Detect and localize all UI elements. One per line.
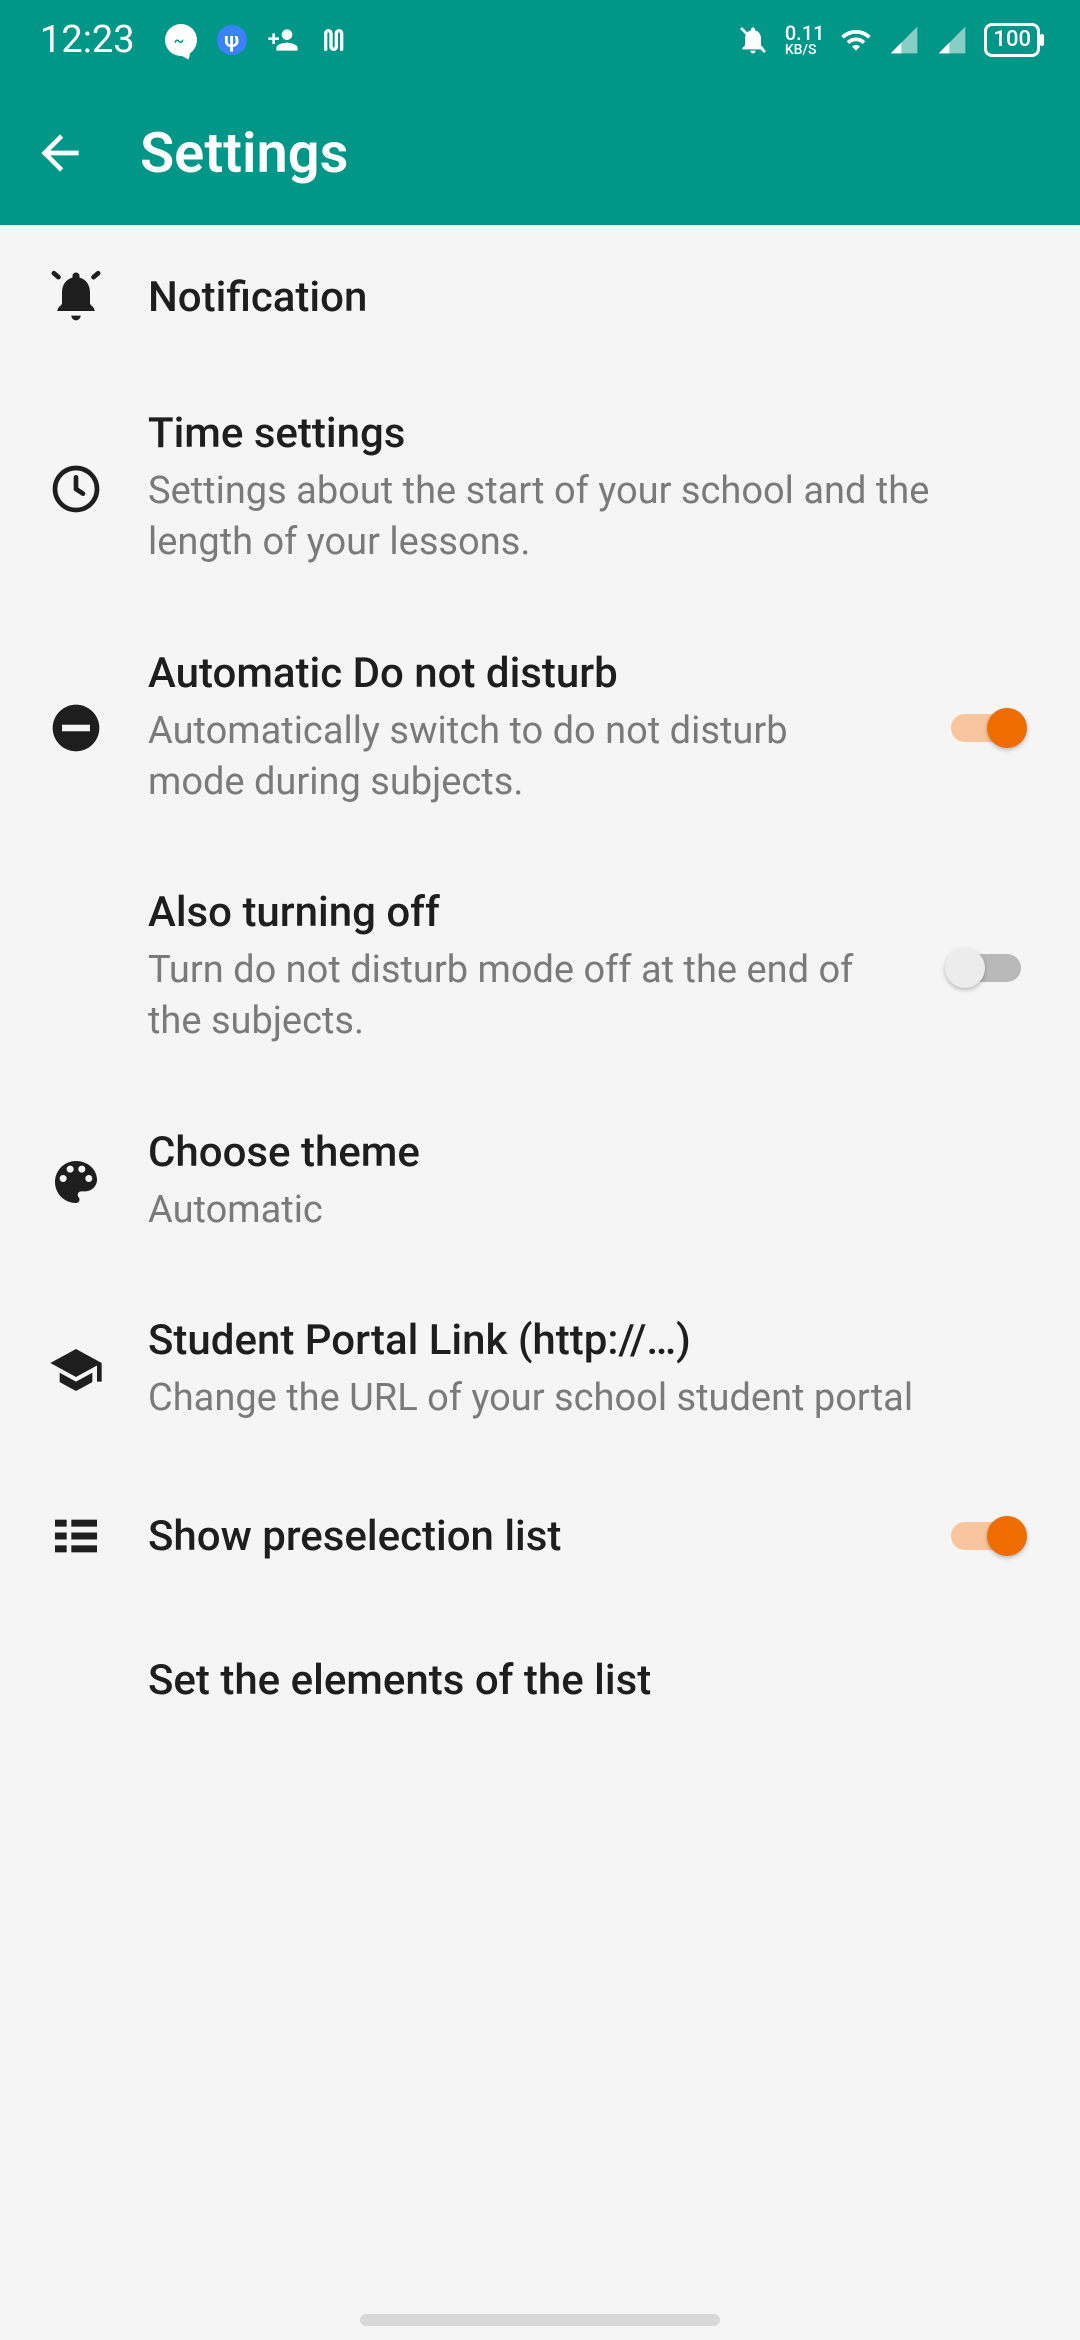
do-not-disturb-icon xyxy=(44,696,108,760)
vibrate-icon xyxy=(737,24,769,56)
row-subtitle: Automatically switch to do not disturb m… xyxy=(148,706,876,809)
row-time-settings[interactable]: Time settings Settings about the start o… xyxy=(0,369,1080,609)
row-subtitle: Turn do not disturb mode off at the end … xyxy=(148,945,876,1048)
status-bar: 12:23 ~ ψ 0.11 KB/S 100 xyxy=(0,0,1080,80)
usb-icon: ψ xyxy=(217,25,247,55)
row-portal-link[interactable]: Student Portal Link (http://…) Change th… xyxy=(0,1276,1080,1464)
messenger-icon: ~ xyxy=(165,24,197,56)
status-clock: 12:23 xyxy=(40,18,135,62)
row-title: Show preselection list xyxy=(148,1512,876,1561)
battery-icon: 100 xyxy=(984,23,1040,57)
signal-icon-1 xyxy=(888,24,920,56)
row-title: Also turning off xyxy=(148,888,876,937)
row-title: Student Portal Link (http://…) xyxy=(148,1316,1016,1365)
row-dnd-off[interactable]: Also turning off Turn do not disturb mod… xyxy=(0,848,1080,1088)
row-title: Set the elements of the list xyxy=(148,1656,1016,1705)
bell-icon xyxy=(44,265,108,329)
signal-icon-2 xyxy=(936,24,968,56)
row-subtitle: Automatic xyxy=(148,1185,1016,1236)
row-auto-dnd[interactable]: Automatic Do not disturb Automatically s… xyxy=(0,609,1080,849)
clock-icon xyxy=(44,457,108,521)
row-set-elements[interactable]: Set the elements of the list xyxy=(0,1608,1080,1752)
row-title: Notification xyxy=(148,273,1016,322)
back-button[interactable] xyxy=(30,123,90,183)
row-notification[interactable]: Notification xyxy=(0,225,1080,369)
network-speed: 0.11 KB/S xyxy=(785,23,825,57)
row-subtitle: Change the URL of your school student po… xyxy=(148,1373,1016,1424)
app-bar: Settings xyxy=(0,80,1080,225)
row-subtitle: Settings about the start of your school … xyxy=(148,466,1016,569)
row-title: Automatic Do not disturb xyxy=(148,649,876,698)
net-speed-unit: KB/S xyxy=(785,43,825,57)
person-add-icon xyxy=(267,24,299,56)
row-theme[interactable]: Choose theme Automatic xyxy=(0,1088,1080,1276)
arrow-back-icon xyxy=(32,125,88,181)
app-n-icon xyxy=(319,24,351,56)
palette-icon xyxy=(44,1150,108,1214)
status-right: 0.11 KB/S 100 xyxy=(737,23,1040,57)
row-preselection[interactable]: Show preselection list xyxy=(0,1464,1080,1608)
switch-auto-dnd[interactable] xyxy=(951,714,1021,742)
status-left: 12:23 ~ ψ xyxy=(40,18,351,62)
settings-list: Notification Time settings Settings abou… xyxy=(0,225,1080,1752)
row-title: Time settings xyxy=(148,409,1016,458)
list-icon xyxy=(44,1504,108,1568)
graduation-cap-icon xyxy=(44,1338,108,1402)
gesture-nav-hint xyxy=(360,2314,720,2326)
row-title: Choose theme xyxy=(148,1128,1016,1177)
page-title: Settings xyxy=(140,120,348,186)
switch-preselection[interactable] xyxy=(951,1522,1021,1550)
wifi-icon xyxy=(840,24,872,56)
switch-dnd-off[interactable] xyxy=(951,954,1021,982)
battery-level: 100 xyxy=(993,27,1031,52)
